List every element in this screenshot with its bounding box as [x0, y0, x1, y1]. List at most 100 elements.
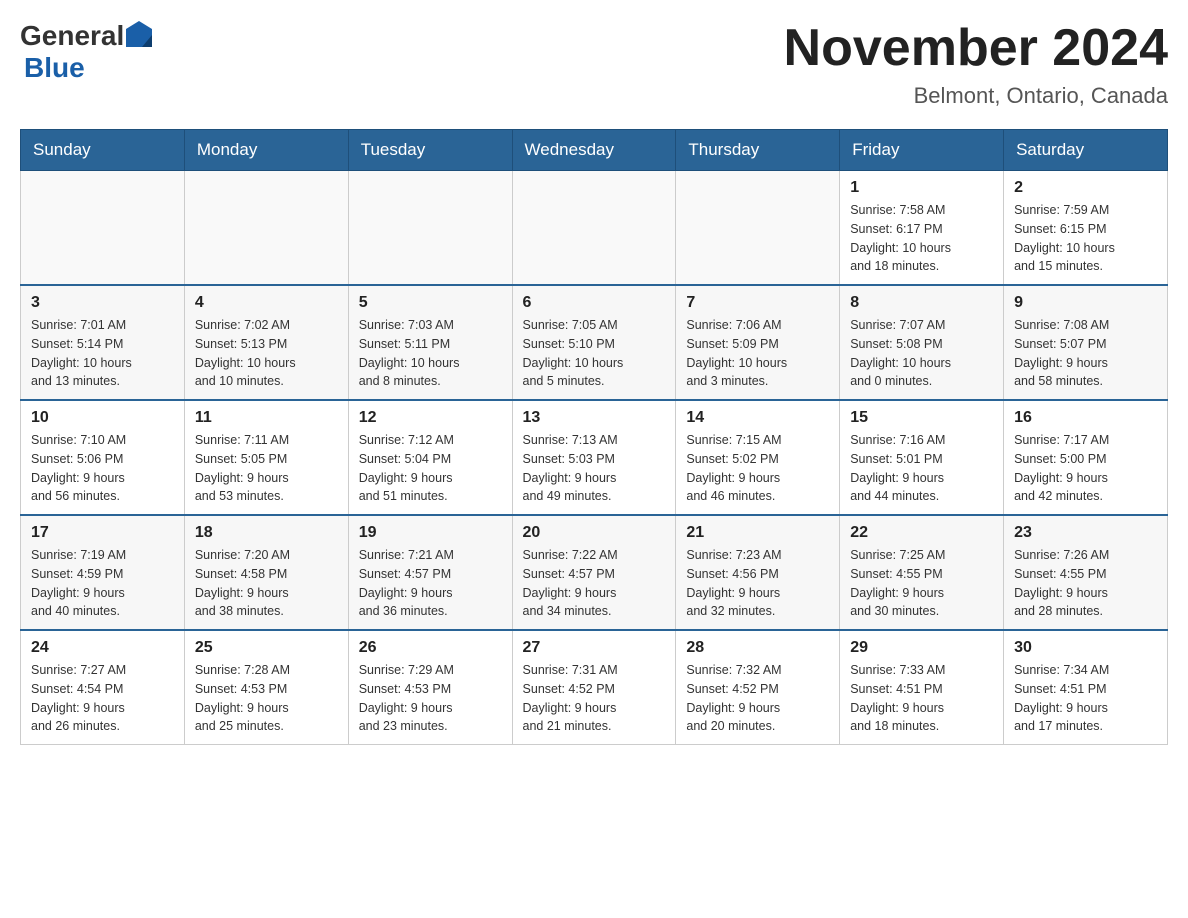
day-info: Sunrise: 7:58 AMSunset: 6:17 PMDaylight:… [850, 201, 993, 276]
day-cell: 13Sunrise: 7:13 AMSunset: 5:03 PMDayligh… [512, 400, 676, 515]
day-number: 25 [195, 639, 338, 657]
day-cell: 20 Sunrise: 7:22 AMSunset: 4:57 PMDayligh… [512, 515, 676, 630]
day-cell: 5 Sunrise: 7:03 AMSunset: 5:11 PMDaylight… [348, 285, 512, 400]
logo-icon [124, 19, 154, 49]
day-number: 24 [31, 639, 174, 657]
day-cell: 9 Sunrise: 7:08 AMSunset: 5:07 PMDaylight… [1004, 285, 1168, 400]
day-cell: 28Sunrise: 7:32 AMSunset: 4:52 PMDayligh… [676, 630, 840, 745]
day-cell [512, 171, 676, 286]
day-number: 23 [1014, 524, 1157, 542]
day-cell: 15 Sunrise: 7:16 AMSunset: 5:01 PMDayligh… [840, 400, 1004, 515]
day-cell: 12Sunrise: 7:12 AMSunset: 5:04 PMDayligh… [348, 400, 512, 515]
page-header: General Blue November 2024 Belmont, Onta… [20, 20, 1168, 109]
day-cell: 19 Sunrise: 7:21 AMSunset: 4:57 PMDayligh… [348, 515, 512, 630]
day-cell: 11Sunrise: 7:11 AMSunset: 5:05 PMDayligh… [184, 400, 348, 515]
day-info: Sunrise: 7:22 AMSunset: 4:57 PMDaylight:… [523, 546, 666, 621]
day-info: Sunrise: 7:10 AMSunset: 5:06 PMDaylight:… [31, 431, 174, 506]
week-row-2: 3Sunrise: 7:01 AMSunset: 5:14 PMDaylight… [21, 285, 1168, 400]
day-info: Sunrise: 7:21 AMSunset: 4:57 PMDaylight:… [359, 546, 502, 621]
day-number: 11 [195, 409, 338, 427]
day-number: 4 [195, 294, 338, 312]
day-number: 8 [850, 294, 993, 312]
day-number: 22 [850, 524, 993, 542]
day-info: Sunrise: 7:26 AMSunset: 4:55 PMDaylight:… [1014, 546, 1157, 621]
day-number: 21 [686, 524, 829, 542]
day-number: 28 [686, 639, 829, 657]
logo: General Blue [20, 20, 154, 84]
day-cell: 27 Sunrise: 7:31 AMSunset: 4:52 PMDayligh… [512, 630, 676, 745]
day-number: 12 [359, 409, 502, 427]
day-number: 20 [523, 524, 666, 542]
day-info: Sunrise: 7:20 AMSunset: 4:58 PMDaylight:… [195, 546, 338, 621]
day-info: Sunrise: 7:19 AMSunset: 4:59 PMDaylight:… [31, 546, 174, 621]
day-cell: 10 Sunrise: 7:10 AMSunset: 5:06 PMDayligh… [21, 400, 185, 515]
day-info: Sunrise: 7:02 AMSunset: 5:13 PMDaylight:… [195, 316, 338, 391]
day-info: Sunrise: 7:03 AMSunset: 5:11 PMDaylight:… [359, 316, 502, 391]
day-number: 17 [31, 524, 174, 542]
day-cell: 14Sunrise: 7:15 AMSunset: 5:02 PMDayligh… [676, 400, 840, 515]
day-header-tuesday: Tuesday [348, 130, 512, 171]
day-cell: 30 Sunrise: 7:34 AMSunset: 4:51 PMDayligh… [1004, 630, 1168, 745]
day-cell: 16 Sunrise: 7:17 AMSunset: 5:00 PMDayligh… [1004, 400, 1168, 515]
day-info: Sunrise: 7:25 AMSunset: 4:55 PMDaylight:… [850, 546, 993, 621]
day-header-friday: Friday [840, 130, 1004, 171]
day-cell: 23 Sunrise: 7:26 AMSunset: 4:55 PMDayligh… [1004, 515, 1168, 630]
day-number: 15 [850, 409, 993, 427]
day-cell: 24 Sunrise: 7:27 AMSunset: 4:54 PMDayligh… [21, 630, 185, 745]
day-number: 10 [31, 409, 174, 427]
day-cell: 22 Sunrise: 7:25 AMSunset: 4:55 PMDayligh… [840, 515, 1004, 630]
day-number: 7 [686, 294, 829, 312]
day-number: 30 [1014, 639, 1157, 657]
day-header-saturday: Saturday [1004, 130, 1168, 171]
day-number: 16 [1014, 409, 1157, 427]
calendar-subtitle: Belmont, Ontario, Canada [784, 83, 1168, 109]
day-number: 18 [195, 524, 338, 542]
week-row-1: 1 Sunrise: 7:58 AMSunset: 6:17 PMDaylight… [21, 171, 1168, 286]
day-info: Sunrise: 7:01 AMSunset: 5:14 PMDaylight:… [31, 316, 174, 391]
day-cell: 6 Sunrise: 7:05 AMSunset: 5:10 PMDaylight… [512, 285, 676, 400]
title-section: November 2024 Belmont, Ontario, Canada [784, 20, 1168, 109]
day-info: Sunrise: 7:31 AMSunset: 4:52 PMDaylight:… [523, 661, 666, 736]
day-info: Sunrise: 7:29 AMSunset: 4:53 PMDaylight:… [359, 661, 502, 736]
day-header-wednesday: Wednesday [512, 130, 676, 171]
day-cell: 17 Sunrise: 7:19 AMSunset: 4:59 PMDayligh… [21, 515, 185, 630]
day-info: Sunrise: 7:17 AMSunset: 5:00 PMDaylight:… [1014, 431, 1157, 506]
day-cell: 3Sunrise: 7:01 AMSunset: 5:14 PMDaylight… [21, 285, 185, 400]
day-cell [184, 171, 348, 286]
day-cell: 25 Sunrise: 7:28 AMSunset: 4:53 PMDayligh… [184, 630, 348, 745]
day-header-thursday: Thursday [676, 130, 840, 171]
day-info: Sunrise: 7:34 AMSunset: 4:51 PMDaylight:… [1014, 661, 1157, 736]
day-header-sunday: Sunday [21, 130, 185, 171]
day-info: Sunrise: 7:15 AMSunset: 5:02 PMDaylight:… [686, 431, 829, 506]
day-cell: 1 Sunrise: 7:58 AMSunset: 6:17 PMDaylight… [840, 171, 1004, 286]
day-cell: 4 Sunrise: 7:02 AMSunset: 5:13 PMDaylight… [184, 285, 348, 400]
day-info: Sunrise: 7:23 AMSunset: 4:56 PMDaylight:… [686, 546, 829, 621]
day-cell [348, 171, 512, 286]
day-info: Sunrise: 7:59 AMSunset: 6:15 PMDaylight:… [1014, 201, 1157, 276]
day-number: 9 [1014, 294, 1157, 312]
logo-general-text: General [20, 20, 124, 52]
day-number: 29 [850, 639, 993, 657]
day-number: 6 [523, 294, 666, 312]
day-number: 5 [359, 294, 502, 312]
day-info: Sunrise: 7:05 AMSunset: 5:10 PMDaylight:… [523, 316, 666, 391]
day-number: 2 [1014, 179, 1157, 197]
day-info: Sunrise: 7:27 AMSunset: 4:54 PMDaylight:… [31, 661, 174, 736]
logo-blue-text: Blue [24, 52, 85, 83]
day-info: Sunrise: 7:06 AMSunset: 5:09 PMDaylight:… [686, 316, 829, 391]
day-number: 27 [523, 639, 666, 657]
day-info: Sunrise: 7:08 AMSunset: 5:07 PMDaylight:… [1014, 316, 1157, 391]
day-cell: 2 Sunrise: 7:59 AMSunset: 6:15 PMDaylight… [1004, 171, 1168, 286]
day-cell: 29Sunrise: 7:33 AMSunset: 4:51 PMDayligh… [840, 630, 1004, 745]
day-number: 1 [850, 179, 993, 197]
day-number: 13 [523, 409, 666, 427]
day-cell: 26Sunrise: 7:29 AMSunset: 4:53 PMDayligh… [348, 630, 512, 745]
day-cell [676, 171, 840, 286]
days-header-row: SundayMondayTuesdayWednesdayThursdayFrid… [21, 130, 1168, 171]
day-cell: 7 Sunrise: 7:06 AMSunset: 5:09 PMDaylight… [676, 285, 840, 400]
day-number: 19 [359, 524, 502, 542]
day-info: Sunrise: 7:28 AMSunset: 4:53 PMDaylight:… [195, 661, 338, 736]
day-cell: 18 Sunrise: 7:20 AMSunset: 4:58 PMDayligh… [184, 515, 348, 630]
day-cell: 8Sunrise: 7:07 AMSunset: 5:08 PMDaylight… [840, 285, 1004, 400]
day-info: Sunrise: 7:16 AMSunset: 5:01 PMDaylight:… [850, 431, 993, 506]
